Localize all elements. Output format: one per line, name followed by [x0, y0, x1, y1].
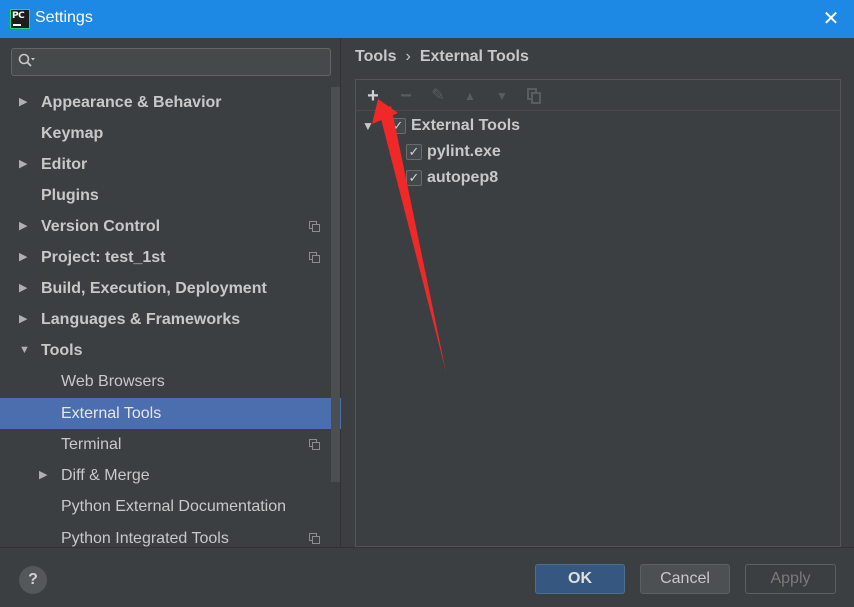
sidebar-item-label: Web Browsers — [61, 373, 165, 390]
chevron-right-icon[interactable]: ▶ — [19, 149, 27, 180]
group-checkbox[interactable]: ✓ — [390, 118, 406, 134]
sidebar-item-external-tools[interactable]: External Tools — [0, 398, 341, 429]
cancel-button[interactable]: Cancel — [640, 564, 730, 594]
chevron-right-icon[interactable]: ▶ — [19, 211, 27, 242]
sidebar-item-label: Build, Execution, Deployment — [41, 280, 267, 297]
ok-button[interactable]: OK — [535, 564, 625, 594]
sidebar-item-languages-frameworks[interactable]: ▶ Languages & Frameworks — [0, 304, 341, 335]
settings-tree: ▶ Appearance & Behavior Keymap ▶ Editor … — [0, 87, 341, 547]
title-bar: PC Settings ✕ — [0, 0, 854, 38]
sidebar-item-label: Terminal — [61, 436, 122, 453]
tool-label: pylint.exe — [427, 143, 501, 160]
move-down-button[interactable]: ▼ — [490, 84, 514, 108]
tool-checkbox[interactable]: ✓ — [406, 144, 422, 160]
window-title: Settings — [35, 9, 93, 26]
close-button[interactable]: ✕ — [818, 6, 844, 32]
tool-label: autopep8 — [427, 169, 499, 186]
sidebar-item-label: Python External Documentation — [61, 498, 287, 515]
project-scope-icon — [309, 533, 320, 544]
sidebar-item-label: Tools — [41, 342, 83, 359]
minus-icon: − — [400, 85, 412, 107]
move-up-button[interactable]: ▲ — [458, 84, 482, 108]
breadcrumb-separator: › — [405, 48, 411, 65]
arrow-down-icon: ▼ — [496, 89, 508, 103]
chevron-right-icon[interactable]: ▶ — [19, 273, 27, 304]
sidebar-item-label: External Tools — [61, 405, 162, 422]
sidebar-item-label: Python Integrated Tools — [61, 530, 229, 547]
tool-row[interactable]: ✓ pylint.exe — [406, 139, 586, 165]
sidebar-item-editor[interactable]: ▶ Editor — [0, 149, 341, 180]
sidebar-item-project[interactable]: ▶ Project: test_1st — [0, 242, 341, 273]
sidebar-item-diff-merge[interactable]: ▶ Diff & Merge — [0, 460, 341, 491]
search-input[interactable] — [48, 52, 326, 72]
sidebar-item-label: Languages & Frameworks — [41, 311, 241, 328]
sidebar-item-web-browsers[interactable]: Web Browsers — [0, 366, 341, 397]
help-button[interactable]: ? — [19, 566, 47, 594]
sidebar-item-version-control[interactable]: ▶ Version Control — [0, 211, 341, 242]
sidebar-item-terminal[interactable]: Terminal — [0, 429, 341, 460]
project-scope-icon — [309, 221, 320, 232]
tool-row[interactable]: ✓ autopep8 — [406, 165, 586, 191]
sidebar-scrollbar[interactable] — [331, 87, 340, 482]
sidebar-item-appearance-behavior[interactable]: ▶ Appearance & Behavior — [0, 87, 341, 118]
sidebar-item-label: Plugins — [41, 187, 99, 204]
chevron-right-icon[interactable]: ▶ — [19, 87, 27, 118]
sidebar-item-python-integrated-tools[interactable]: Python Integrated Tools — [0, 523, 341, 547]
tools-group-row[interactable]: ▼ ✓ External Tools — [362, 113, 562, 139]
breadcrumb-parent[interactable]: Tools — [355, 48, 396, 66]
remove-button[interactable]: − — [394, 84, 418, 108]
search-box[interactable] — [11, 48, 331, 76]
pycharm-icon: PC — [10, 9, 30, 29]
chevron-down-icon[interactable]: ▼ — [362, 113, 374, 139]
dialog-footer: ? OK Cancel Apply — [0, 547, 854, 607]
group-label: External Tools — [411, 117, 521, 134]
sidebar-item-python-external-documentation[interactable]: Python External Documentation — [0, 491, 341, 522]
project-scope-icon — [309, 252, 320, 263]
sidebar-item-label: Appearance & Behavior — [41, 94, 222, 111]
add-button[interactable]: + — [361, 84, 385, 108]
sidebar-item-plugins[interactable]: Plugins — [0, 180, 341, 211]
close-icon: ✕ — [822, 8, 840, 30]
sidebar-item-label: Keymap — [41, 125, 104, 142]
copy-button[interactable] — [523, 84, 547, 108]
sidebar-item-label: Diff & Merge — [61, 467, 150, 484]
edit-button[interactable]: ✎ — [426, 84, 450, 108]
plus-icon: + — [367, 85, 379, 107]
project-scope-icon — [309, 439, 320, 450]
breadcrumb: Tools › External Tools — [355, 48, 529, 66]
apply-button[interactable]: Apply — [745, 564, 836, 594]
sidebar-item-label: Version Control — [41, 218, 161, 235]
search-icon[interactable] — [18, 53, 36, 72]
pencil-icon: ✎ — [431, 87, 445, 104]
chevron-right-icon[interactable]: ▶ — [39, 460, 47, 491]
sidebar-item-build-execution-deployment[interactable]: ▶ Build, Execution, Deployment — [0, 273, 341, 304]
settings-sidebar: ▶ Appearance & Behavior Keymap ▶ Editor … — [0, 38, 341, 547]
tools-toolbar: + − ✎ ▲ ▼ — [356, 80, 840, 111]
chevron-right-icon[interactable]: ▶ — [19, 304, 27, 335]
sidebar-item-label: Project: test_1st — [41, 249, 166, 266]
breadcrumb-current: External Tools — [419, 48, 529, 65]
sidebar-item-keymap[interactable]: Keymap — [0, 118, 341, 149]
arrow-up-icon: ▲ — [464, 89, 476, 103]
chevron-down-icon[interactable]: ▼ — [19, 335, 30, 366]
sidebar-item-tools[interactable]: ▼ Tools — [0, 335, 341, 366]
sidebar-item-label: Editor — [41, 156, 88, 173]
chevron-right-icon[interactable]: ▶ — [19, 242, 27, 273]
tool-checkbox[interactable]: ✓ — [406, 170, 422, 186]
question-icon: ? — [28, 571, 38, 588]
external-tools-panel: + − ✎ ▲ ▼ ▼ ✓ External Tools ✓ pylint.ex… — [355, 79, 841, 547]
